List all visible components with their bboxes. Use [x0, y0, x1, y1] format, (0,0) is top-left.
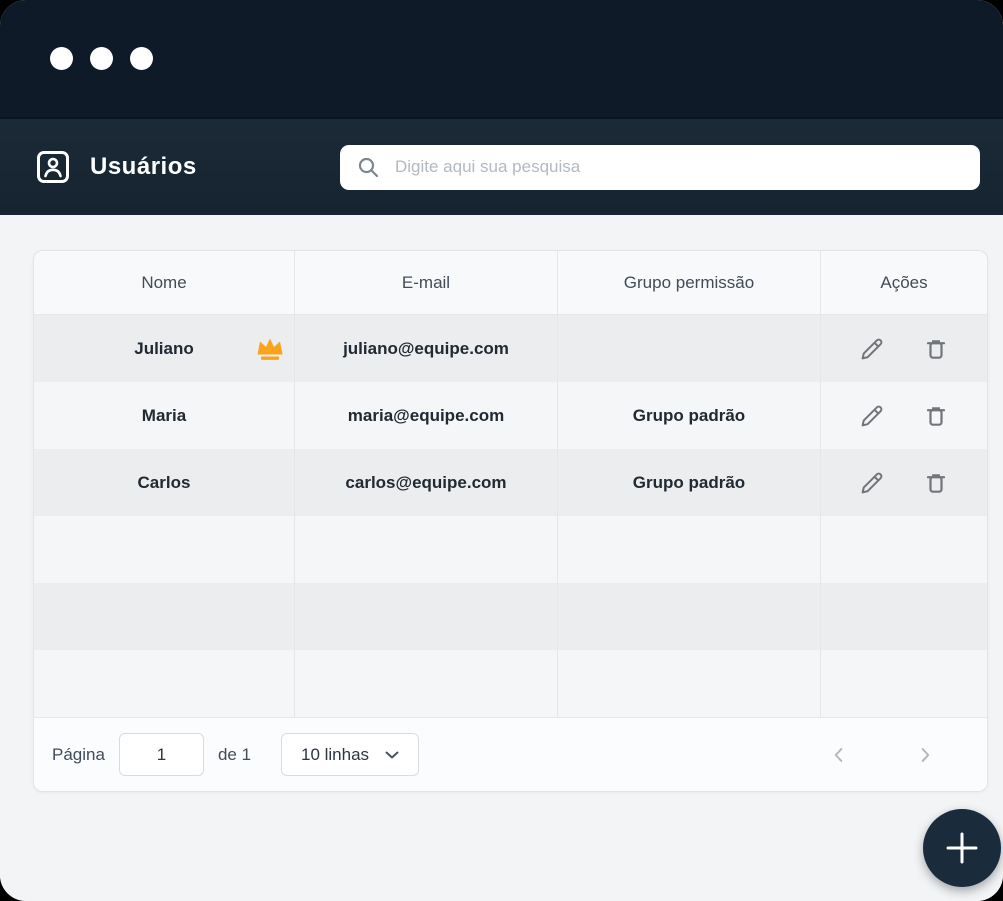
cell-empty [295, 583, 558, 650]
search-input[interactable] [395, 157, 964, 177]
cell-email: juliano@equipe.com [295, 315, 558, 382]
page-label: Página [52, 745, 105, 765]
table-row: Juliano juliano@equipe.com [34, 315, 987, 382]
app-header: Usuários [0, 117, 1003, 215]
page-title: Usuários [90, 153, 197, 181]
search-box [340, 145, 980, 190]
plus-icon [945, 831, 979, 865]
column-header-nome: Nome [34, 251, 295, 314]
cell-name: Juliano [34, 315, 295, 382]
rows-per-page-value: 10 linhas [301, 745, 369, 765]
table-row: Maria maria@equipe.com Grupo padrão [34, 382, 987, 449]
cell-group: Grupo padrão [558, 449, 821, 516]
delete-button[interactable] [923, 403, 949, 429]
pagination-bar: Página de 1 10 linhas [34, 717, 987, 791]
chevron-down-icon [385, 750, 399, 760]
window-dot-2[interactable] [90, 47, 113, 70]
search-icon [356, 155, 380, 179]
cell-empty [34, 516, 295, 583]
previous-page-button[interactable] [822, 738, 856, 772]
cell-name: Carlos [34, 449, 295, 516]
delete-button[interactable] [923, 470, 949, 496]
cell-empty [295, 650, 558, 717]
cell-actions [821, 315, 987, 382]
page-total-label: de 1 [218, 745, 251, 765]
table-header-row: Nome E-mail Grupo permissão Ações [34, 251, 987, 315]
cell-empty [295, 516, 558, 583]
pager-nav [822, 738, 942, 772]
edit-button[interactable] [859, 403, 885, 429]
cell-empty [821, 583, 987, 650]
table-row-empty [34, 583, 987, 650]
cell-actions [821, 382, 987, 449]
cell-empty [34, 650, 295, 717]
column-header-grupo: Grupo permissão [558, 251, 821, 314]
column-header-email: E-mail [295, 251, 558, 314]
app-window: Usuários Nome E-mail Grupo permissão Açõ… [0, 0, 1003, 901]
cell-group: Grupo padrão [558, 382, 821, 449]
cell-empty [821, 516, 987, 583]
cell-empty [821, 650, 987, 717]
cell-empty [558, 583, 821, 650]
cell-group [558, 315, 821, 382]
crown-icon [255, 336, 285, 362]
column-header-acoes: Ações [821, 251, 987, 314]
cell-email: carlos@equipe.com [295, 449, 558, 516]
next-page-button[interactable] [908, 738, 942, 772]
title-group: Usuários [35, 149, 197, 185]
table-row-empty [34, 650, 987, 717]
user-card-icon [35, 149, 71, 185]
cell-empty [34, 583, 295, 650]
delete-button[interactable] [923, 336, 949, 362]
main-content: Nome E-mail Grupo permissão Ações Julian… [0, 215, 1003, 901]
cell-empty [558, 650, 821, 717]
table-row-empty [34, 516, 987, 583]
cell-actions [821, 449, 987, 516]
users-table-card: Nome E-mail Grupo permissão Ações Julian… [33, 250, 988, 792]
table-row: Carlos carlos@equipe.com Grupo padrão [34, 449, 987, 516]
cell-empty [558, 516, 821, 583]
window-titlebar [0, 0, 1003, 117]
cell-name: Maria [34, 382, 295, 449]
user-name: Juliano [134, 339, 194, 359]
add-user-button[interactable] [923, 809, 1001, 887]
cell-email: maria@equipe.com [295, 382, 558, 449]
window-dot-3[interactable] [130, 47, 153, 70]
edit-button[interactable] [859, 336, 885, 362]
rows-per-page-select[interactable]: 10 linhas [281, 733, 419, 776]
edit-button[interactable] [859, 470, 885, 496]
window-dot-1[interactable] [50, 47, 73, 70]
page-number-input[interactable] [119, 733, 204, 776]
